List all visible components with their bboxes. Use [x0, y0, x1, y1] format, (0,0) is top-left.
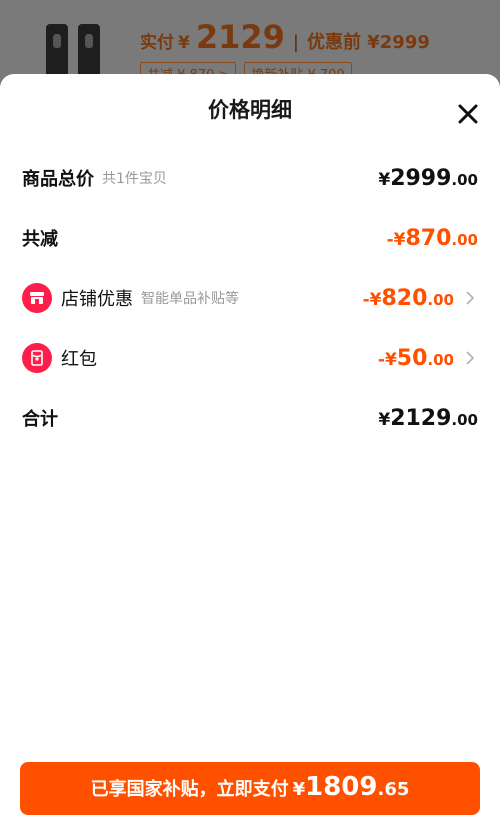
chevron-right-icon: [462, 290, 478, 306]
original-price: 优惠前 ¥2999: [306, 32, 430, 53]
row-label: 店铺优惠: [61, 289, 133, 310]
row-label: 红包: [61, 349, 97, 370]
item-total-amount: ¥ 2999 .00: [378, 166, 478, 191]
amount-decimal: .00: [427, 290, 454, 309]
pay-button-amount-decimal: .65: [377, 779, 410, 800]
pay-button-amount-integer: 1809: [305, 772, 378, 802]
amount-decimal: .00: [451, 170, 478, 189]
shop-discount-amount: -¥ 820 .00: [363, 286, 454, 311]
grand-total-amount: ¥ 2129 .00: [378, 406, 478, 431]
row-label: 商品总价: [22, 169, 94, 190]
amount-prefix: -¥: [386, 229, 406, 250]
amount-prefix: -¥: [377, 349, 397, 370]
red-packet-icon: [22, 343, 52, 373]
row-item-total: 商品总价 共1件宝贝 ¥ 2999 .00: [22, 158, 478, 198]
amount-prefix: ¥: [378, 409, 391, 430]
row-grand-total: 合计 ¥ 2129 .00: [22, 398, 478, 438]
row-label: 共减: [22, 229, 58, 250]
amount-integer: 50: [396, 345, 428, 371]
paid-yen: ¥: [178, 33, 190, 53]
background-price-row: 实付 ¥ 2129 | 优惠前 ¥2999: [140, 18, 430, 56]
row-sub-label: 共1件宝贝: [102, 171, 167, 187]
close-icon: [458, 104, 478, 124]
amount-prefix: -¥: [362, 289, 382, 310]
red-packet-amount: -¥ 50 .00: [378, 346, 454, 371]
paid-amount: 2129: [195, 18, 285, 56]
amount-prefix: ¥: [378, 169, 391, 190]
amount-decimal: .00: [451, 230, 478, 249]
amount-integer: 870: [405, 225, 452, 251]
row-red-packet[interactable]: 红包 -¥ 50 .00: [22, 338, 478, 378]
pay-button-yen: ¥: [292, 779, 306, 800]
close-button[interactable]: [454, 100, 482, 128]
row-shop-discount[interactable]: 店铺优惠 智能单品补贴等 -¥ 820 .00: [22, 278, 478, 318]
paid-label: 实付: [140, 33, 174, 53]
row-label: 合计: [22, 409, 58, 430]
amount-decimal: .00: [427, 350, 454, 369]
pay-now-button[interactable]: 已享国家补贴，立即支付 ¥ 1809 .65: [20, 762, 480, 815]
amount-integer: 2129: [390, 405, 452, 431]
shop-icon: [22, 283, 52, 313]
sheet-title: 价格明细: [208, 98, 292, 122]
price-separator: |: [292, 32, 299, 53]
amount-integer: 820: [381, 285, 428, 311]
reduction-amount: -¥ 870 .00: [387, 226, 478, 251]
row-sub-label: 智能单品补贴等: [141, 291, 239, 307]
chevron-right-icon: [462, 350, 478, 366]
price-detail-sheet: 价格明细 商品总价 共1件宝贝 ¥ 2999 .00 共减 -¥ 870 .00: [0, 74, 500, 836]
amount-decimal: .00: [451, 410, 478, 429]
amount-integer: 2999: [390, 165, 452, 191]
pay-button-label: 已享国家补贴，立即支付: [90, 779, 289, 800]
row-total-reduction: 共减 -¥ 870 .00: [22, 218, 478, 258]
